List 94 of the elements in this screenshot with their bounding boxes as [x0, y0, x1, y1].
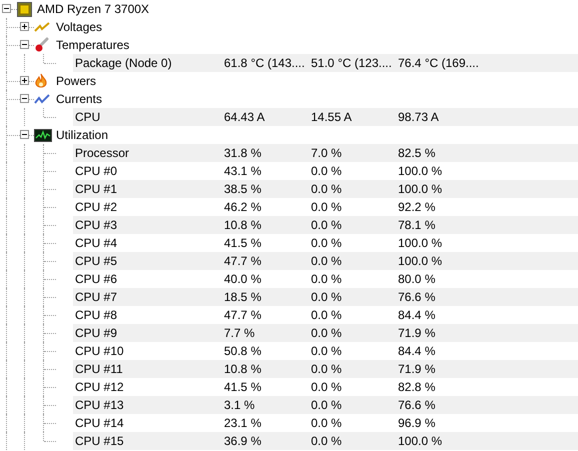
collapse-button[interactable]: [2, 4, 11, 13]
current-value: 7.7 %: [224, 326, 256, 340]
min-value: 0.0 %: [311, 434, 343, 448]
max-value: 76.6 %: [398, 290, 436, 304]
min-value: 0.0 %: [311, 218, 343, 232]
sensor-name: CPU #9: [74, 326, 118, 340]
current-value: 61.8 °C (143....: [224, 56, 306, 70]
expand-button[interactable]: [20, 22, 29, 31]
min-value: 0.0 %: [311, 416, 343, 430]
flame-icon: [34, 73, 48, 89]
max-value: 80.0 %: [398, 272, 436, 286]
sensor-name: Processor: [74, 146, 130, 160]
sensor-name: CPU #15: [74, 434, 125, 448]
min-value: 0.0 %: [311, 272, 343, 286]
min-value: 51.0 °C (123....: [311, 56, 393, 70]
current-value: 38.5 %: [224, 182, 262, 196]
min-value: 0.0 %: [311, 344, 343, 358]
current-value: 46.2 %: [224, 200, 262, 214]
sensor-name: CPU #10: [74, 344, 125, 358]
min-value: 0.0 %: [311, 398, 343, 412]
min-value: 14.55 A: [311, 110, 353, 124]
current-value: 64.43 A: [224, 110, 266, 124]
min-value: 0.0 %: [311, 326, 343, 340]
current-value: 23.1 %: [224, 416, 262, 430]
collapse-button[interactable]: [20, 40, 29, 49]
max-value: 100.0 %: [398, 182, 442, 196]
current-value: 10.8 %: [224, 218, 262, 232]
max-value: 82.8 %: [398, 380, 436, 394]
graph-icon: [34, 128, 52, 142]
min-value: 0.0 %: [311, 362, 343, 376]
min-value: 0.0 %: [311, 380, 343, 394]
collapse-button[interactable]: [20, 130, 29, 139]
tree-item[interactable]: Temperatures: [56, 38, 130, 52]
max-value: 76.4 °C (169....: [398, 56, 479, 70]
sensor-name: CPU #8: [74, 308, 118, 322]
sensor-name: CPU #6: [74, 272, 118, 286]
max-value: 100.0 %: [398, 236, 442, 250]
sensor-name: CPU #11: [74, 362, 124, 376]
current-value: 43.1 %: [224, 164, 262, 178]
min-value: 0.0 %: [311, 182, 343, 196]
min-value: 0.0 %: [311, 254, 343, 268]
current-icon: [34, 93, 50, 105]
max-value: 100.0 %: [398, 434, 442, 448]
sensor-name: CPU #5: [74, 254, 118, 268]
current-value: 40.0 %: [224, 272, 262, 286]
current-value: 10.8 %: [224, 362, 262, 376]
min-value: 7.0 %: [311, 146, 343, 160]
min-value: 0.0 %: [311, 290, 343, 304]
current-value: 31.8 %: [224, 146, 262, 160]
tree-item[interactable]: Utilization: [56, 128, 108, 142]
sensor-name: CPU #14: [74, 416, 125, 430]
max-value: 84.4 %: [398, 344, 436, 358]
tree-item[interactable]: Powers: [56, 74, 96, 88]
current-value: 3.1 %: [224, 398, 256, 412]
tree-item[interactable]: Voltages: [56, 20, 102, 34]
max-value: 96.9 %: [398, 416, 436, 430]
tree-item[interactable]: Currents: [56, 92, 102, 106]
max-value: 100.0 %: [398, 164, 442, 178]
current-value: 47.7 %: [224, 254, 262, 268]
sensor-name: Package (Node 0): [74, 56, 173, 70]
sensor-name: CPU #1: [74, 182, 118, 196]
max-value: 92.2 %: [398, 200, 436, 214]
current-value: 18.5 %: [224, 290, 262, 304]
max-value: 100.0 %: [398, 254, 442, 268]
max-value: 71.9 %: [398, 362, 436, 376]
thermometer-icon: [34, 37, 50, 53]
sensor-name: CPU #12: [74, 380, 125, 394]
min-value: 0.0 %: [311, 236, 343, 250]
min-value: 0.0 %: [311, 308, 343, 322]
sensor-name: CPU: [74, 110, 102, 124]
sensor-name: CPU #2: [74, 200, 118, 214]
current-value: 47.7 %: [224, 308, 262, 322]
max-value: 98.73 A: [398, 110, 439, 124]
collapse-button[interactable]: [20, 94, 29, 103]
tree-item[interactable]: AMD Ryzen 7 3700X: [37, 2, 150, 16]
max-value: 82.5 %: [398, 146, 436, 160]
max-value: 78.1 %: [398, 218, 436, 232]
sensor-name: CPU #0: [74, 164, 118, 178]
max-value: 84.4 %: [398, 308, 436, 322]
chip-icon: [17, 2, 32, 16]
voltage-icon: [34, 21, 50, 33]
sensor-name: CPU #3: [74, 218, 118, 232]
max-value: 76.6 %: [398, 398, 436, 412]
expand-button[interactable]: [20, 76, 29, 85]
current-value: 36.9 %: [224, 434, 262, 448]
current-value: 41.5 %: [224, 380, 262, 394]
sensor-name: CPU #13: [74, 398, 125, 412]
max-value: 71.9 %: [398, 326, 436, 340]
sensor-name: CPU #7: [74, 290, 118, 304]
min-value: 0.0 %: [311, 164, 343, 178]
min-value: 0.0 %: [311, 200, 343, 214]
sensor-name: CPU #4: [74, 236, 118, 250]
current-value: 41.5 %: [224, 236, 262, 250]
current-value: 50.8 %: [224, 344, 262, 358]
